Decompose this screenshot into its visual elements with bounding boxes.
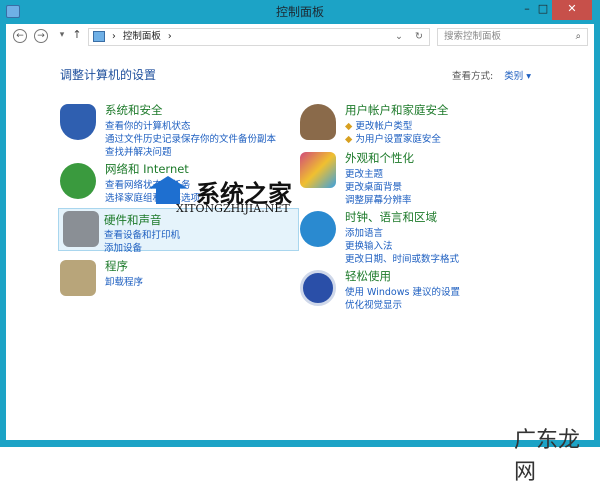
category-link[interactable]: ◆ 更改帐户类型 [345,118,412,132]
minimize-button[interactable]: – [520,0,534,20]
category-link[interactable]: 添加语言 [345,225,383,239]
category-programs: 程序 卸载程序 [60,258,300,298]
watermark-url: XITONGZHIJIA.NET [176,202,290,215]
search-placeholder: 搜索控制面板 [444,31,502,42]
category-link[interactable]: 卸载程序 [105,274,143,288]
category-link[interactable]: 添加设备 [104,240,142,254]
address-dropdown-button[interactable]: ⌄ [395,29,403,45]
printer-icon [63,211,99,247]
search-icon[interactable]: ⌕ [576,29,581,45]
chevron-down-icon: ▾ [526,71,532,82]
breadcrumb-control-panel[interactable]: 控制面板 [123,31,161,42]
category-title[interactable]: 网络和 Internet [105,161,189,177]
category-title[interactable]: 外观和个性化 [345,150,414,166]
recent-dropdown[interactable]: ▾ [55,29,69,43]
category-title[interactable]: 硬件和声音 [104,212,162,228]
clock-globe-icon [300,211,336,247]
personalize-icon [300,152,336,188]
category-title[interactable]: 程序 [105,258,128,274]
client-area: ← → ▾ ↑ › 控制面板 › ⌄ ↻ 搜索控制面板 ⌕ 调整计算机的设置 查… [6,24,594,485]
category-link[interactable]: 优化视觉显示 [345,297,402,311]
ease-of-access-icon [300,270,336,306]
address-bar[interactable]: › 控制面板 › ⌄ ↻ [88,28,430,46]
network-globe-icon [60,163,96,199]
close-button[interactable]: ✕ [552,0,592,20]
category-link[interactable]: 更改桌面背景 [345,179,402,193]
category-link[interactable]: 通过文件历史记录保存你的文件备份副本 [105,131,276,145]
view-by-label: 查看方式: [452,71,494,82]
category-link[interactable]: 更改主题 [345,166,383,180]
category-link[interactable]: 查找并解决问题 [105,144,172,158]
page-title: 调整计算机的设置 [60,68,157,82]
category-title[interactable]: 用户帐户和家庭安全 [345,102,449,118]
category-system-security: 系统和安全 查看你的计算机状态 通过文件历史记录保存你的文件备份副本 查找并解决… [60,102,300,158]
category-link[interactable]: 查看你的计算机状态 [105,118,191,132]
users-icon [300,104,336,140]
up-button[interactable]: ↑ [70,29,84,43]
category-link[interactable]: 调整屏幕分辨率 [345,192,412,206]
category-link[interactable]: 使用 Windows 建议的设置 [345,284,460,298]
category-clock-region: 时钟、语言和区域 添加语言 更换输入法 更改日期、时间或数字格式 [300,209,540,265]
control-panel-window: 控制面板 – □ ✕ ← → ▾ ↑ › 控制面板 › ⌄ ↻ 搜索控制面板 ⌕… [0,0,600,485]
category-title[interactable]: 系统和安全 [105,102,163,118]
category-appearance: 外观和个性化 更改主题 更改桌面背景 调整屏幕分辨率 [300,150,540,206]
view-by: 查看方式: 类别 ▾ [452,68,531,82]
control-panel-icon [93,31,105,42]
uac-shield-icon: ◆ [345,134,353,145]
breadcrumb-sep: › [112,31,116,42]
programs-icon [60,260,96,296]
category-title[interactable]: 轻松使用 [345,268,391,284]
category-title[interactable]: 时钟、语言和区域 [345,209,437,225]
search-input[interactable]: 搜索控制面板 ⌕ [437,28,588,46]
view-by-dropdown[interactable]: 类别 ▾ [504,71,531,82]
window-title: 控制面板 [275,5,324,19]
forward-button[interactable]: → [34,29,48,43]
maximize-button[interactable]: □ [534,0,552,20]
category-link[interactable]: ◆ 为用户设置家庭安全 [345,131,441,145]
back-button[interactable]: ← [13,29,27,43]
category-link[interactable]: 查看设备和打印机 [104,227,180,241]
refresh-button[interactable]: ↻ [415,29,423,45]
category-ease-of-access: 轻松使用 使用 Windows 建议的设置 优化视觉显示 [300,268,540,311]
watermark-corner: 广东龙网 [514,428,581,485]
category-link[interactable]: 更换输入法 [345,238,393,252]
shield-icon [60,104,96,140]
category-user-accounts: 用户帐户和家庭安全 ◆ 更改帐户类型 ◆ 为用户设置家庭安全 [300,102,540,145]
category-link[interactable]: 更改日期、时间或数字格式 [345,251,459,265]
breadcrumb-sep: › [167,31,172,42]
